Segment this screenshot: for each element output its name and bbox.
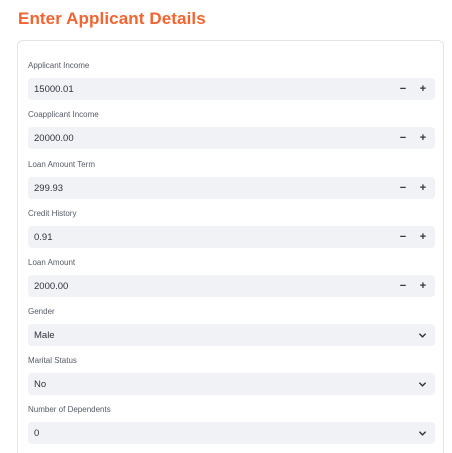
credit-history-field: Credit History − + — [28, 208, 435, 248]
coapplicant-income-increment-button[interactable]: + — [413, 127, 433, 149]
dependents-label: Number of Dependents — [28, 405, 111, 414]
coapplicant-income-control: − + — [28, 127, 435, 149]
applicant-income-field: Applicant Income − + — [28, 60, 435, 100]
credit-history-increment-button[interactable]: + — [413, 226, 433, 248]
loan-amount-decrement-button[interactable]: − — [393, 275, 413, 297]
marital-status-label: Marital Status — [28, 356, 77, 365]
loan-amount-label: Loan Amount — [28, 258, 76, 267]
marital-status-select[interactable]: No — [28, 373, 435, 395]
gender-select[interactable]: Male — [28, 324, 435, 346]
coapplicant-income-label: Coapplicant Income — [28, 110, 99, 119]
loan-amount-field: Loan Amount − + — [28, 257, 435, 297]
dependents-select[interactable]: 0 — [28, 422, 435, 444]
gender-label: Gender — [28, 307, 55, 316]
applicant-income-control: − + — [28, 78, 435, 100]
applicant-income-input[interactable] — [28, 78, 393, 100]
dependents-field: Number of Dependents 0 — [28, 404, 435, 444]
gender-field: Gender Male — [28, 306, 435, 346]
loan-amount-term-field: Loan Amount Term − + — [28, 159, 435, 199]
coapplicant-income-input[interactable] — [28, 127, 393, 149]
dependents-selected-value: 0 — [34, 427, 40, 439]
loan-amount-term-decrement-button[interactable]: − — [393, 177, 413, 199]
loan-amount-increment-button[interactable]: + — [413, 275, 433, 297]
loan-amount-input[interactable] — [28, 275, 393, 297]
credit-history-input[interactable] — [28, 226, 393, 248]
credit-history-label: Credit History — [28, 209, 77, 218]
applicant-income-increment-button[interactable]: + — [413, 78, 433, 100]
loan-amount-control: − + — [28, 275, 435, 297]
page: Enter Applicant Details Applicant Income… — [0, 0, 452, 453]
loan-amount-term-control: − + — [28, 177, 435, 199]
applicant-income-decrement-button[interactable]: − — [393, 78, 413, 100]
chevron-down-icon[interactable] — [411, 324, 433, 346]
chevron-down-icon[interactable] — [411, 373, 433, 395]
loan-amount-term-increment-button[interactable]: + — [413, 177, 433, 199]
marital-status-field: Marital Status No — [28, 355, 435, 395]
gender-selected-value: Male — [34, 329, 55, 341]
loan-amount-term-input[interactable] — [28, 177, 393, 199]
coapplicant-income-field: Coapplicant Income − + — [28, 109, 435, 149]
marital-status-selected-value: No — [34, 378, 47, 390]
chevron-down-icon[interactable] — [411, 422, 433, 444]
loan-amount-term-label: Loan Amount Term — [28, 160, 96, 169]
coapplicant-income-decrement-button[interactable]: − — [393, 127, 413, 149]
credit-history-decrement-button[interactable]: − — [393, 226, 413, 248]
page-title: Enter Applicant Details — [18, 9, 206, 28]
applicant-form: Applicant Income − + Coapplicant Income … — [17, 40, 444, 453]
credit-history-control: − + — [28, 226, 435, 248]
applicant-income-label: Applicant Income — [28, 61, 90, 70]
